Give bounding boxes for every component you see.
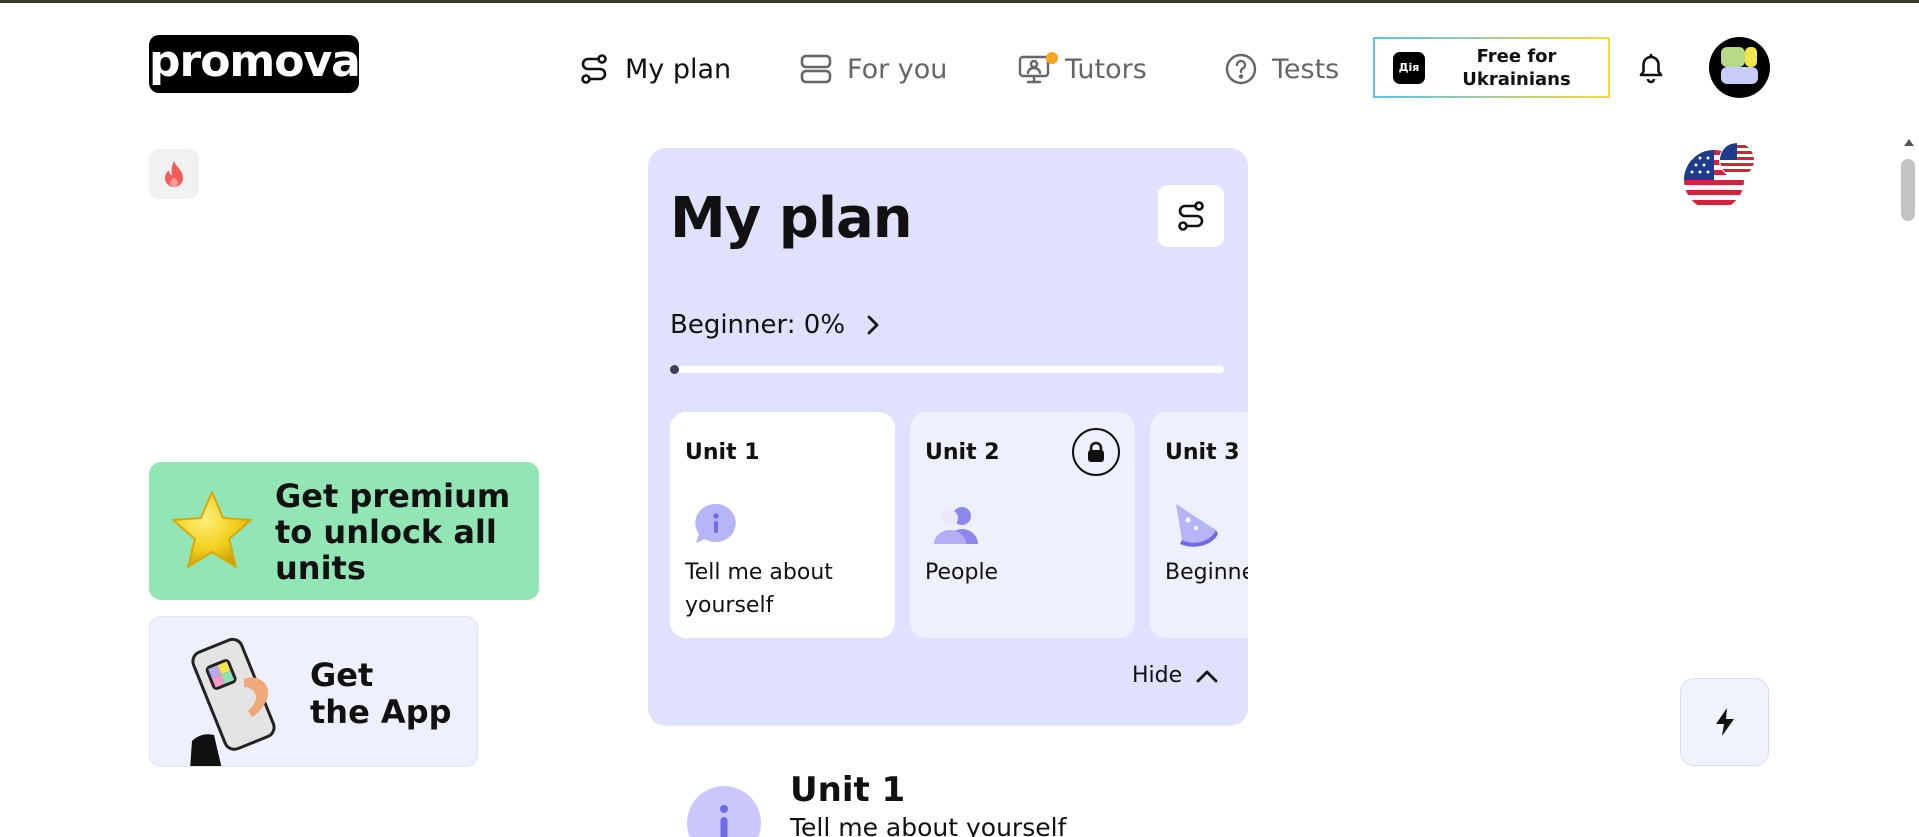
level-progress-link[interactable]: Beginner: 0% bbox=[670, 310, 881, 340]
scroll-thumb[interactable] bbox=[1901, 159, 1915, 221]
tutor-icon-wrap bbox=[1017, 52, 1058, 86]
people-icon bbox=[934, 507, 978, 544]
chevron-right-icon bbox=[867, 315, 879, 335]
lock-icon bbox=[1072, 428, 1120, 476]
chevron-up-icon bbox=[1196, 670, 1218, 682]
app-line2: the App bbox=[310, 693, 452, 731]
nav-tutors-label: Tutors bbox=[1065, 53, 1147, 85]
bell-icon[interactable] bbox=[1635, 51, 1667, 85]
nav-tests[interactable]: Tests bbox=[1224, 45, 1339, 93]
unit-card-name: Tell me about yourself bbox=[685, 560, 833, 618]
unit-card-title: Unit 2 bbox=[925, 440, 1000, 465]
language-selector[interactable] bbox=[1684, 142, 1756, 213]
current-unit-title: Unit 1 bbox=[790, 770, 906, 810]
avatar-icon bbox=[1721, 47, 1758, 84]
unit-card-1[interactable]: Unit 1 Tell me about yourself bbox=[670, 412, 895, 638]
get-the-app-text: Get the App bbox=[310, 657, 452, 731]
padlock-icon bbox=[1088, 441, 1104, 462]
tutors-notification-dot bbox=[1046, 52, 1058, 64]
route-icon bbox=[1178, 201, 1204, 231]
layers-icon bbox=[800, 54, 832, 84]
my-plan-card: My plan Beginner: 0% Unit 1 Tell me abou… bbox=[648, 148, 1248, 726]
streak-button[interactable] bbox=[149, 149, 199, 199]
current-unit-subtitle: Tell me about yourself bbox=[790, 813, 1067, 837]
plan-title: My plan bbox=[670, 186, 913, 251]
unit-card-title: Unit 1 bbox=[685, 440, 760, 465]
pizza-slice-icon bbox=[1176, 504, 1218, 547]
window-top-border bbox=[0, 0, 1919, 3]
app-line1: Get bbox=[310, 656, 374, 694]
nav-for-you-label: For you bbox=[847, 53, 948, 85]
page-scrollbar[interactable] bbox=[1898, 133, 1919, 837]
level-progress-bar bbox=[670, 365, 1224, 374]
free-label-line2: Ukrainians bbox=[1462, 68, 1571, 90]
info-bubble-icon bbox=[687, 786, 761, 837]
nav-my-plan[interactable]: My plan bbox=[577, 45, 731, 93]
question-circle-icon bbox=[1225, 53, 1257, 85]
quick-lesson-button[interactable] bbox=[1680, 678, 1769, 766]
phone-in-hand-icon bbox=[190, 637, 276, 766]
nav-my-plan-label: My plan bbox=[625, 53, 732, 85]
free-label-line1: Free for bbox=[1476, 45, 1557, 67]
lightning-bolt-icon bbox=[1715, 708, 1734, 736]
nav-for-you[interactable]: For you bbox=[799, 45, 947, 93]
get-premium-banner[interactable]: Get premium to unlock all units bbox=[149, 462, 539, 600]
level-label: Beginner: 0% bbox=[670, 310, 846, 340]
plan-route-button[interactable] bbox=[1158, 185, 1224, 247]
info-bubble-icon bbox=[695, 503, 736, 543]
premium-line2: to unlock all bbox=[275, 513, 497, 551]
user-avatar[interactable] bbox=[1709, 37, 1770, 98]
premium-line1: Get premium bbox=[275, 477, 511, 515]
star-icon bbox=[172, 491, 252, 568]
get-the-app-banner[interactable]: Get the App bbox=[149, 616, 478, 767]
promova-logo[interactable]: promova bbox=[149, 35, 361, 93]
unit-card-2[interactable]: Unit 2 People bbox=[910, 412, 1135, 638]
flame-icon bbox=[165, 161, 183, 187]
premium-text: Get premium to unlock all units bbox=[275, 478, 510, 586]
hide-units-button[interactable]: Hide bbox=[1132, 663, 1218, 688]
level-progress-fill bbox=[670, 365, 679, 374]
nav-tests-label: Tests bbox=[1272, 53, 1340, 85]
scroll-up-arrow-icon[interactable] bbox=[1904, 139, 1914, 146]
unit-card-3[interactable]: Unit 3 Beginne bbox=[1150, 412, 1248, 638]
diia-logo-icon: Дія bbox=[1393, 51, 1425, 84]
unit-card-title: Unit 3 bbox=[1165, 440, 1240, 465]
premium-line3: units bbox=[275, 549, 366, 587]
free-for-ukrainians-button[interactable]: Дія Free for Ukrainians bbox=[1373, 37, 1610, 98]
us-flag-icon bbox=[1684, 142, 1755, 210]
hide-label: Hide bbox=[1132, 663, 1183, 688]
unit-card-name: People bbox=[925, 560, 999, 585]
route-icon bbox=[581, 54, 607, 84]
unit-card-name: Beginne bbox=[1165, 560, 1248, 585]
nav-tutors[interactable]: Tutors bbox=[1017, 45, 1147, 93]
free-for-ukrainians-label: Free for Ukrainians bbox=[1425, 45, 1608, 91]
